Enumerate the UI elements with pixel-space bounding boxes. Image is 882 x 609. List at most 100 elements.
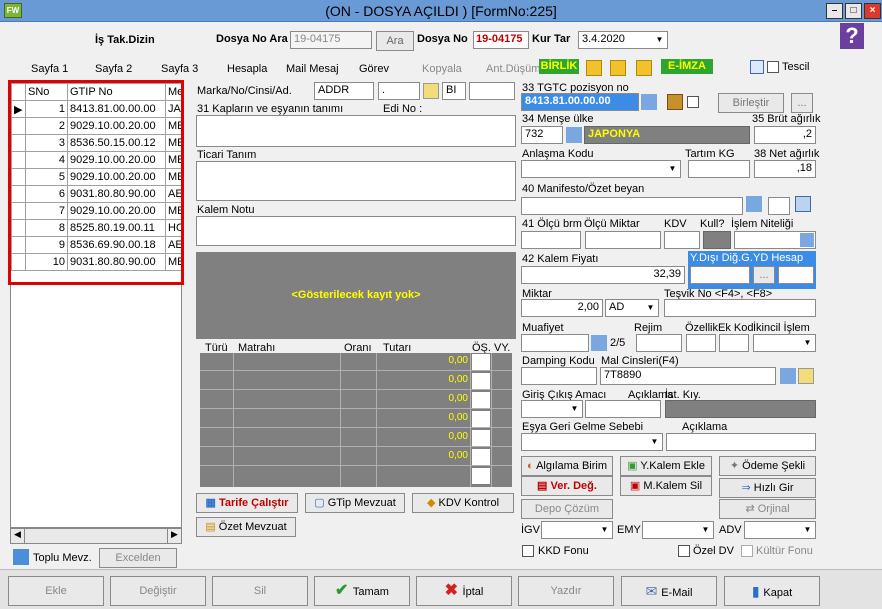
muafiyet-lookup-icon[interactable] — [591, 335, 607, 351]
scroll-left-icon[interactable]: ◀ — [11, 529, 25, 543]
tab-sayfa-2[interactable]: Sayfa 2 — [95, 63, 132, 75]
giris-cikis-select[interactable]: ▼ — [521, 400, 583, 418]
kapat-button[interactable]: ▮ Kapat — [724, 576, 820, 606]
degistir-button[interactable]: Değiştir — [110, 576, 206, 606]
email-button[interactable]: ✉ E-Mail — [621, 576, 717, 606]
birlik-badge[interactable]: BİRLİK — [539, 59, 579, 74]
ozellik-input[interactable] — [686, 334, 716, 352]
tax-grid[interactable]: 0,00 0,00 0,00 0,00 0,00 0,00 — [200, 353, 512, 487]
miktar-unit-select[interactable]: AD ▼ — [605, 299, 659, 317]
tab-mail-mesaj[interactable]: Mail Mesaj — [286, 63, 339, 75]
aciklama-input[interactable] — [585, 400, 661, 418]
folder-export-icon[interactable] — [636, 60, 652, 76]
igv-select[interactable]: ▼ — [541, 521, 613, 539]
odeme-sekli-button[interactable]: ✦ Ödeme Şekli — [719, 456, 816, 476]
kultur-checkbox[interactable] — [741, 545, 753, 557]
tarife-calistir-button[interactable]: ▦ Tarife Çalıştır — [196, 493, 298, 513]
esya-geri-select[interactable]: ▼ — [521, 433, 663, 451]
net-input[interactable]: ,18 — [754, 160, 816, 178]
tartim-input[interactable] — [688, 160, 750, 178]
rejim-input[interactable] — [636, 334, 682, 352]
hizli-gir-button[interactable]: ⇒ Hızlı Gir — [719, 478, 816, 498]
manifesto-extra-input[interactable] — [768, 197, 790, 215]
mense-code-input[interactable]: 732 — [521, 126, 563, 144]
ikincil-islem-select[interactable]: ▼ — [753, 334, 816, 352]
kdv-input[interactable] — [664, 231, 700, 249]
dosya-no-value[interactable]: 19-04175 — [473, 31, 529, 49]
olcu-miktar-input[interactable] — [585, 231, 661, 249]
tescil-checkbox[interactable] — [767, 61, 779, 73]
box-icon[interactable] — [667, 94, 683, 110]
algilama-birim-button[interactable]: ◐ Algılama Birim — [521, 456, 613, 476]
ydisi-input[interactable] — [690, 266, 750, 284]
yazdir-button[interactable]: Yazdır — [518, 576, 614, 606]
ver-deg-button[interactable]: ▤ Ver. Değ. — [521, 476, 613, 496]
kaplar-textarea[interactable] — [196, 115, 516, 147]
mal-edit-icon[interactable] — [798, 368, 814, 384]
tab-hesapla[interactable]: Hesapla — [227, 63, 267, 75]
damping-input[interactable] — [521, 367, 597, 385]
tamam-button[interactable]: ✔ Tamam — [314, 576, 410, 606]
aciklama2-input[interactable] — [666, 433, 816, 451]
more-button[interactable]: ... — [791, 93, 813, 113]
depo-cozum-button[interactable]: Depo Çözüm — [521, 499, 613, 519]
marka-code-input[interactable] — [469, 82, 515, 100]
tab-kopyala[interactable]: Kopyala — [422, 63, 462, 75]
adv-select[interactable]: ▼ — [744, 521, 816, 539]
islem-niteligi-input[interactable] — [734, 231, 816, 249]
tgtc-input[interactable]: 8413.81.00.00.00 — [521, 93, 639, 111]
tgtc-checkbox[interactable] — [687, 96, 699, 108]
y-kalem-ekle-button[interactable]: ▣ Y.Kalem Ekle — [620, 456, 712, 476]
folder-open-icon[interactable] — [586, 60, 602, 76]
help-icon[interactable]: ? — [840, 23, 864, 49]
mal-cinsleri-input[interactable]: 7T8890 — [600, 367, 776, 385]
brut-input[interactable]: ,2 — [754, 126, 816, 144]
document-icon[interactable] — [750, 60, 764, 74]
tesvik-input[interactable] — [664, 299, 816, 317]
dosya-no-ara-input[interactable]: 19-04175 — [290, 31, 372, 49]
toplu-mevzuat-button[interactable]: Toplu Mevz. — [33, 552, 92, 564]
orjinal-button[interactable]: ⇄ Orjinal — [719, 499, 816, 519]
muafiyet-input[interactable] — [521, 334, 589, 352]
miktar-input[interactable]: 2,00 — [521, 299, 603, 317]
tab-ant-dusum[interactable]: Ant.Düşüm — [486, 63, 540, 75]
ekle-button[interactable]: Ekle — [8, 576, 104, 606]
anlasma-select[interactable]: ▼ — [521, 160, 681, 178]
tab-gorev[interactable]: Görev — [359, 63, 389, 75]
ara-button[interactable]: Ara — [376, 31, 414, 51]
ozet-mevzuat-button[interactable]: ▤ Özet Mevzuat — [196, 517, 296, 537]
bi-input[interactable]: BI — [442, 82, 466, 100]
kdv-kontrol-button[interactable]: ◆ KDV Kontrol — [412, 493, 514, 513]
manifesto-input[interactable] — [521, 197, 743, 215]
iptal-button[interactable]: ✖ İptal — [416, 576, 512, 606]
birlestir-button[interactable]: Birleştir — [718, 93, 784, 113]
maximize-button[interactable]: □ — [845, 3, 862, 19]
kur-tar-select[interactable]: 3.4.2020 ▼ — [578, 31, 668, 49]
manifesto-lookup-icon[interactable] — [746, 196, 762, 212]
scroll-right-icon[interactable]: ▶ — [167, 529, 181, 543]
ticari-tanim-textarea[interactable] — [196, 161, 516, 201]
mal-lookup-icon[interactable] — [780, 368, 796, 384]
tab-sayfa-1[interactable]: Sayfa 1 — [31, 63, 68, 75]
close-button[interactable]: × — [864, 3, 881, 19]
kkd-checkbox[interactable] — [522, 545, 534, 557]
tab-sayfa-3[interactable]: Sayfa 3 — [161, 63, 198, 75]
sil-button[interactable]: Sil — [212, 576, 308, 606]
country-lookup-icon[interactable] — [566, 127, 582, 143]
m-kalem-sil-button[interactable]: ▣ M.Kalem Sil — [620, 476, 712, 496]
marka-extra-input[interactable]: . — [378, 82, 420, 100]
folder-up-icon[interactable] — [610, 60, 626, 76]
yd-hesap-input[interactable] — [778, 266, 814, 284]
gtip-mevzuat-button[interactable]: ▢ GTip Mevzuat — [305, 493, 405, 513]
excelden-button[interactable]: Excelden — [99, 548, 177, 568]
is-tak-dizin-label[interactable]: İş Tak.Dizin — [95, 34, 155, 46]
lookup-icon[interactable] — [800, 233, 814, 247]
yd-more-button[interactable]: ... — [753, 266, 775, 284]
lookup-icon[interactable] — [641, 94, 657, 110]
marka-input[interactable]: ADDR — [314, 82, 374, 100]
e-imza-badge[interactable]: E-İMZA — [661, 59, 713, 74]
horizontal-scrollbar[interactable]: ◀ ▶ — [10, 528, 182, 544]
olcu-brm-input[interactable] — [521, 231, 581, 249]
ozel-dv-checkbox[interactable] — [678, 545, 690, 557]
emy-select[interactable]: ▼ — [642, 521, 714, 539]
